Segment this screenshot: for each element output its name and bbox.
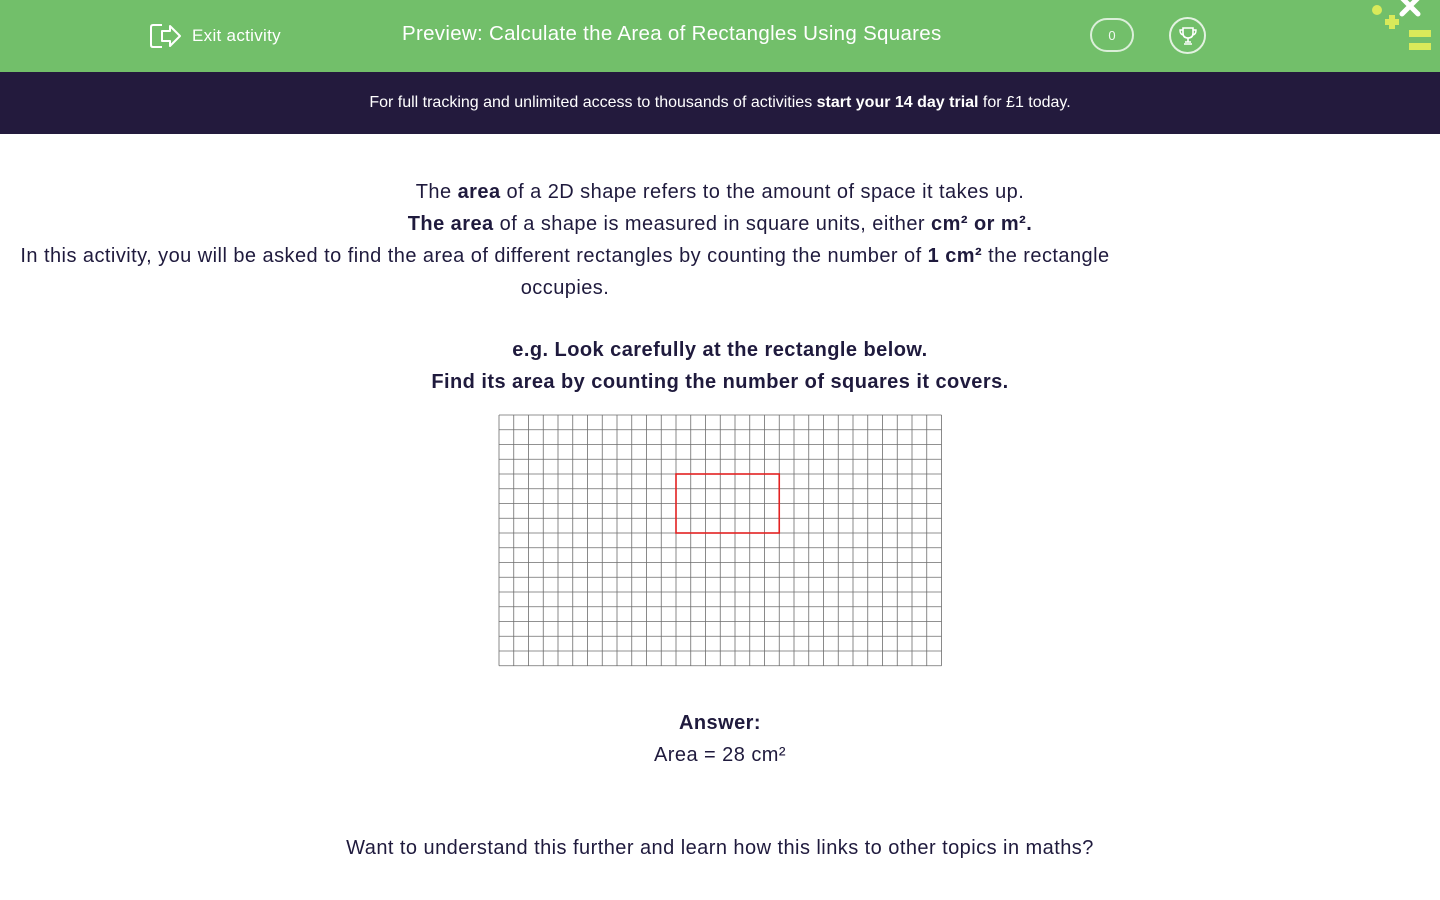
square-grid-figure [469,405,971,681]
example-line-1: e.g. Look carefully at the rectangle bel… [512,339,928,361]
exit-icon [150,24,181,48]
exit-activity-button[interactable]: Exit activity [149,20,281,52]
activity-title: Preview: Calculate the Area of Rectangle… [402,22,942,45]
explanation-text: The area of a 2D shape refers to the amo… [0,176,1440,398]
trophy-icon [1178,26,1197,45]
intro-line-3: In this activity, you will be asked to f… [20,245,1110,299]
score-badge: 0 [1090,18,1134,52]
answer-value: Area = 28 cm² [653,744,786,766]
trial-link[interactable]: start your 14 day trial [817,94,979,111]
intro-line-2: The area of a shape is measured in squar… [407,213,1033,235]
trophy-button[interactable] [1169,17,1206,54]
intro-line-1: The area of a 2D shape refers to the amo… [415,181,1025,203]
further-learning-text: Want to understand this further and lear… [346,837,1094,859]
answer-label: Answer: [678,712,762,734]
trial-banner: For full tracking and unlimited access t… [0,72,1440,134]
brand-logo-icon [1372,0,1431,50]
banner-text-end: for £1 today. [978,94,1071,111]
example-line-2: Find its area by counting the number of … [431,371,1009,393]
exit-label: Exit activity [192,26,281,45]
top-bar: Exit activity Preview: Calculate the Are… [0,0,1440,72]
banner-text: For full tracking and unlimited access t… [369,94,817,111]
square-grid [498,414,942,667]
